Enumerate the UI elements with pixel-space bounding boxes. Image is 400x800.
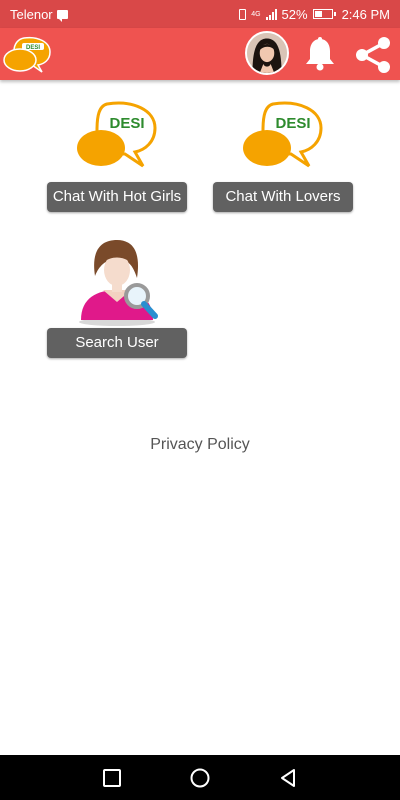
message-icon	[56, 9, 68, 22]
search-user-icon	[79, 240, 158, 326]
battery-percent: 52%	[281, 6, 308, 22]
desi-chat-logo[interactable]: DESI	[2, 34, 54, 76]
bell-icon[interactable]	[303, 36, 337, 72]
desi-chat-bubble-icon: DESI	[243, 101, 323, 168]
tile-chat-hot-girls[interactable]: DESI Chat With Hot Girls	[47, 98, 187, 212]
tile-search-user[interactable]: Search User	[47, 236, 187, 358]
status-bar: Telenor 4G 52% 2:46 PM	[0, 0, 400, 28]
app-bar: DESI	[0, 28, 400, 80]
status-left: Telenor	[10, 7, 68, 22]
app-screen: Telenor 4G 52% 2:46 PM DESI DESI Chat Wi…	[0, 0, 400, 800]
status-right: 4G 52% 2:46 PM	[239, 7, 390, 22]
share-icon[interactable]	[353, 35, 393, 75]
battery-fill	[314, 11, 323, 17]
chat-hot-girls-button[interactable]: Chat With Hot Girls	[47, 182, 187, 212]
desi-logo-text: DESI	[275, 115, 310, 132]
home-circle-icon[interactable]	[189, 767, 211, 789]
signal-icon	[265, 8, 277, 20]
desi-logo-text: DESI	[109, 115, 144, 132]
avatar-photo	[247, 33, 287, 73]
network-tag: 4G	[251, 10, 261, 18]
carrier-name: Telenor	[10, 6, 53, 22]
clock: 2:46 PM	[341, 6, 390, 22]
privacy-policy-link[interactable]: Privacy Policy	[0, 436, 400, 454]
desi-chat-bubble-icon: DESI	[77, 101, 157, 168]
recents-square-icon[interactable]	[101, 767, 123, 789]
tile-chat-lovers[interactable]: DESI Chat With Lovers	[213, 98, 353, 212]
back-triangle-icon[interactable]	[278, 767, 300, 789]
profile-avatar[interactable]	[245, 31, 289, 75]
system-nav-bar	[0, 755, 400, 800]
vibrate-icon	[239, 8, 247, 20]
battery-icon	[312, 9, 336, 19]
chat-lovers-button[interactable]: Chat With Lovers	[213, 182, 353, 212]
search-user-button[interactable]: Search User	[47, 328, 187, 358]
svg-text:DESI: DESI	[26, 45, 40, 51]
